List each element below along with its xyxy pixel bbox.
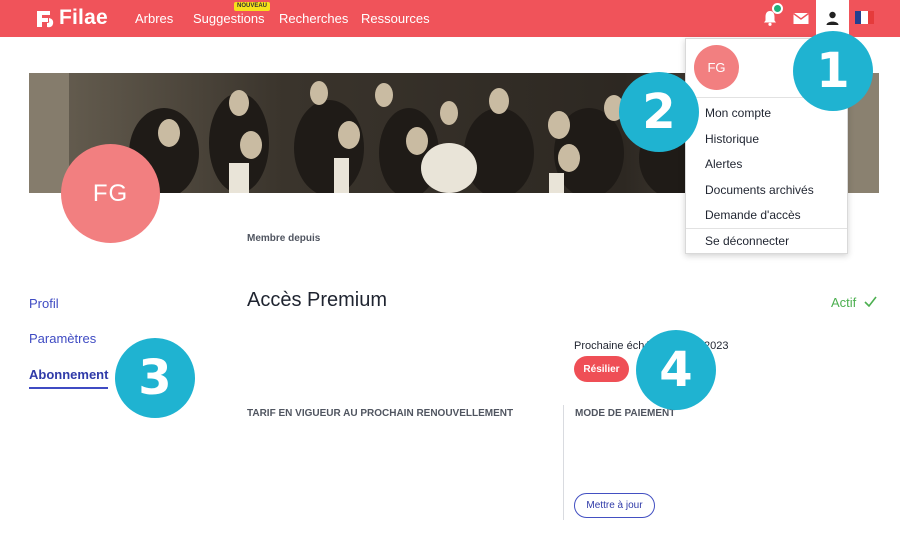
update-payment-button[interactable]: Mettre à jour (574, 493, 655, 518)
nav-recherches[interactable]: Recherches (279, 11, 348, 26)
tariff-heading: TARIF EN VIGUEUR AU PROCHAIN RENOUVELLEM… (247, 408, 514, 419)
callout-1: 1 (793, 31, 873, 111)
menu-item-demande-acces[interactable]: Demande d'accès (705, 208, 801, 222)
sidebar-item-profil[interactable]: Profil (29, 296, 59, 311)
menu-item-alertes[interactable]: Alertes (705, 157, 742, 171)
flag-fr-icon[interactable] (855, 11, 874, 24)
menu-item-historique[interactable]: Historique (705, 132, 759, 146)
subscription-status: Actif (831, 295, 877, 310)
status-text: Actif (831, 295, 857, 310)
menu-item-logout[interactable]: Se déconnecter (705, 234, 789, 248)
mail-icon[interactable] (792, 9, 810, 27)
top-bar: Filae Arbres Suggestions NOUVEAU Recherc… (0, 0, 900, 37)
sidebar-item-abonnement[interactable]: Abonnement (29, 367, 109, 389)
subscription-title: Accès Premium (247, 289, 388, 311)
filae-logo-icon (37, 11, 54, 28)
menu-item-mon-compte[interactable]: Mon compte (705, 106, 771, 120)
profile-avatar: FG (61, 144, 160, 243)
cancel-subscription-button[interactable]: Résilier (574, 356, 629, 382)
new-badge: NOUVEAU (234, 2, 271, 11)
callout-3: 3 (115, 338, 195, 418)
nav-suggestions[interactable]: Suggestions (193, 11, 265, 26)
payment-method-heading: MODE DE PAIEMENT (575, 408, 676, 419)
section-divider (563, 405, 564, 520)
logo[interactable]: Filae (34, 7, 108, 29)
menu-divider (686, 228, 847, 229)
user-icon (826, 11, 839, 25)
next-due-label: Prochaine éché (574, 340, 651, 352)
logo-text: Filae (59, 6, 108, 29)
notification-dot (772, 3, 783, 14)
sidebar-item-parametres[interactable]: Paramètres (29, 331, 96, 346)
menu-avatar: FG (694, 45, 739, 90)
callout-4: 4 (636, 330, 716, 410)
member-since-label: Membre depuis (247, 233, 321, 244)
check-icon (864, 296, 877, 308)
nav-ressources[interactable]: Ressources (361, 11, 430, 26)
menu-item-documents-archives[interactable]: Documents archivés (705, 183, 814, 197)
page: Filae Arbres Suggestions NOUVEAU Recherc… (0, 0, 900, 540)
callout-2: 2 (619, 72, 699, 152)
nav-arbres[interactable]: Arbres (135, 11, 173, 26)
